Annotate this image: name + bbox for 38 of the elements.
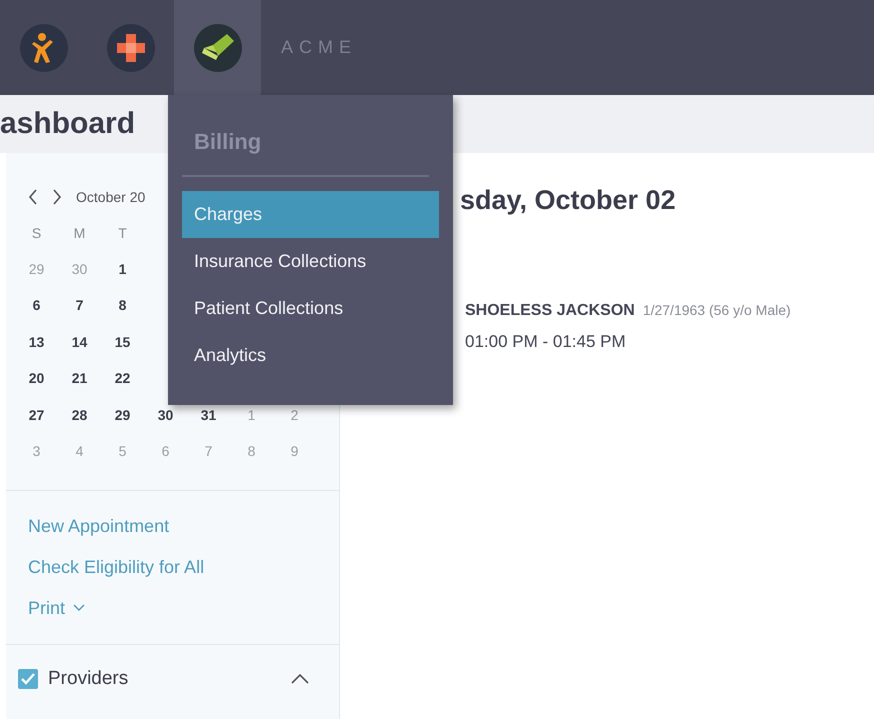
brand-name: ACME bbox=[280, 36, 358, 59]
weekday-label: T bbox=[117, 224, 128, 242]
bandage-icon[interactable] bbox=[106, 24, 154, 72]
chevron-up-icon[interactable] bbox=[291, 674, 309, 684]
patient-details: 1/27/1963 (56 y/o Male) bbox=[642, 302, 791, 318]
weekday-label: S bbox=[30, 224, 42, 242]
providers-checkbox[interactable] bbox=[18, 669, 38, 690]
chevron-down-icon bbox=[73, 604, 86, 612]
calendar-day[interactable]: 8 bbox=[118, 295, 126, 316]
appointment-time: 01:00 PM - 01:45 PM bbox=[465, 331, 627, 353]
calendar-day[interactable]: 29 bbox=[114, 404, 130, 426]
page-title: ashboard bbox=[0, 106, 136, 142]
weekday-label: M bbox=[72, 224, 86, 242]
calendar-day[interactable]: 20 bbox=[28, 368, 44, 390]
calendar-day[interactable]: 30 bbox=[158, 404, 174, 426]
calendar-month-title: October 20 bbox=[76, 188, 146, 206]
calendar-day[interactable]: 14 bbox=[72, 332, 88, 353]
calendar-day[interactable]: 13 bbox=[28, 332, 44, 353]
calendar-day[interactable]: 31 bbox=[200, 404, 216, 426]
calendar-day[interactable]: 1 bbox=[118, 258, 126, 280]
check-icon[interactable] bbox=[194, 24, 242, 72]
calendar-day[interactable]: 15 bbox=[114, 332, 130, 353]
menu-item[interactable]: Patient Collections bbox=[182, 285, 439, 332]
calendar-day[interactable]: 28 bbox=[72, 404, 88, 426]
calendar-day[interactable]: 27 bbox=[28, 404, 44, 426]
person-icon[interactable] bbox=[20, 24, 68, 72]
next-month-icon[interactable] bbox=[52, 189, 62, 205]
menu-item[interactable]: Analytics bbox=[182, 332, 439, 379]
calendar-day[interactable]: 6 bbox=[32, 295, 40, 316]
menu-item[interactable]: Insurance Collections bbox=[182, 238, 439, 285]
day-heading: sday, October 02 bbox=[460, 184, 676, 216]
calendar-day[interactable]: 22 bbox=[114, 368, 130, 390]
providers-label: Providers bbox=[48, 667, 128, 691]
patient-name: SHOELESS JACKSON bbox=[465, 302, 635, 319]
menu-title: Billing bbox=[193, 128, 262, 156]
previous-month-icon[interactable] bbox=[28, 189, 38, 205]
calendar-day[interactable]: 21 bbox=[72, 368, 88, 390]
calendar-day[interactable]: 7 bbox=[76, 295, 84, 316]
